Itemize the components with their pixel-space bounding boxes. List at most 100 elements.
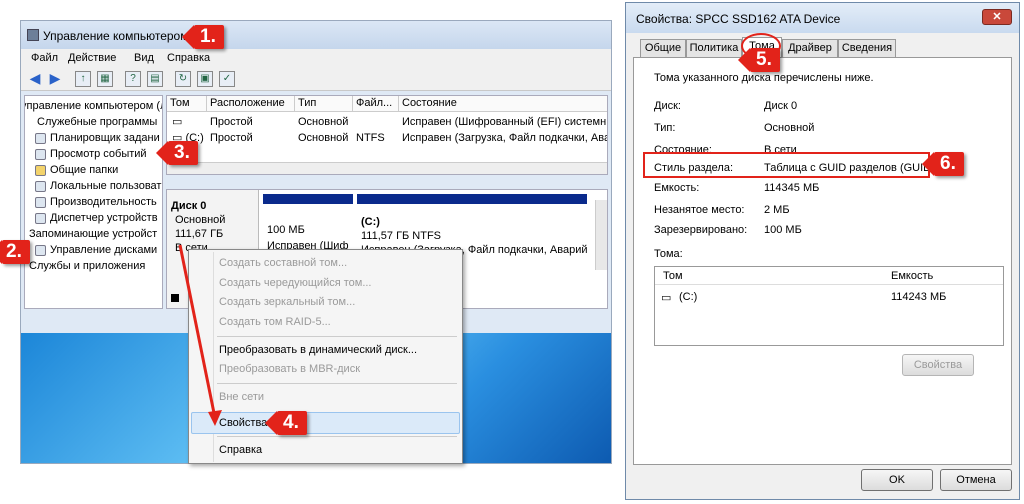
pointer-arrow bbox=[178, 244, 222, 426]
tree-event-viewer[interactable]: Просмотр событий bbox=[35, 146, 147, 162]
ok-button[interactable]: OK bbox=[861, 469, 933, 491]
col-capacity[interactable]: Емкость bbox=[891, 270, 933, 282]
step-badge-1: 1. bbox=[182, 25, 224, 49]
menu-bar: Файл Действие Вид Справка bbox=[21, 49, 611, 67]
field-label: Зарезервировано: bbox=[654, 224, 748, 236]
drive-icon: ▭ bbox=[661, 292, 672, 304]
tab-general[interactable]: Общие bbox=[640, 39, 686, 57]
volumes-tab-page: Тома указанного диска перечислены ниже. … bbox=[633, 57, 1012, 465]
menu-create-mirrored[interactable]: Создать зеркальный том... bbox=[219, 293, 355, 311]
menu-convert-mbr[interactable]: Преобразовать в MBR-диск bbox=[219, 360, 360, 378]
tree-device-manager[interactable]: Диспетчер устройств bbox=[35, 210, 158, 226]
tab-details[interactable]: Сведения bbox=[838, 39, 896, 57]
properties-dialog: Свойства: SPCC SSD162 ATA Device ✕ Общие… bbox=[625, 2, 1020, 500]
show-tree-icon[interactable]: ▦ bbox=[97, 71, 113, 87]
col-type[interactable]: Тип bbox=[295, 96, 353, 112]
performance-icon bbox=[35, 196, 46, 208]
field-value: Основной bbox=[764, 122, 815, 134]
menu-view[interactable]: Вид bbox=[134, 52, 154, 64]
col-status[interactable]: Состояние bbox=[399, 96, 607, 112]
tree-storage[interactable]: Запоминающие устройст bbox=[29, 226, 157, 242]
dialog-title: Свойства: SPCC SSD162 ATA Device bbox=[636, 12, 841, 26]
tree-label: Диспетчер устройств bbox=[50, 212, 158, 224]
panel-icon[interactable]: ▤ bbox=[147, 71, 163, 87]
app-icon bbox=[27, 29, 39, 41]
part1-size: 100 МБ bbox=[267, 224, 305, 236]
cancel-button[interactable]: Отмена bbox=[940, 469, 1012, 491]
step-badge-5: 5. bbox=[738, 48, 780, 72]
col-volume[interactable]: Том bbox=[167, 96, 207, 112]
tree-performance[interactable]: Производительность bbox=[35, 194, 157, 210]
menu-create-spanned[interactable]: Создать составной том... bbox=[219, 254, 347, 272]
table-row[interactable]: ▭ (C:) 114243 МБ bbox=[661, 291, 1001, 307]
tree-root[interactable]: управление компьютером (л bbox=[25, 98, 162, 114]
table-cell: Основной bbox=[298, 132, 349, 144]
table-cell: Исправен (Шифрованный (EFI) системн bbox=[402, 116, 607, 128]
menu-separator bbox=[217, 383, 457, 384]
table-cell: Основной bbox=[298, 116, 349, 128]
tree-label: Служебные программы bbox=[37, 116, 158, 128]
tree-system-tools[interactable]: Служебные программы bbox=[37, 114, 157, 130]
disk-icon bbox=[35, 244, 46, 256]
tree-label: Локальные пользоват bbox=[50, 180, 162, 192]
field-label: Диск: bbox=[654, 100, 681, 112]
close-icon[interactable]: ✕ bbox=[982, 9, 1012, 25]
col-fs[interactable]: Файл... bbox=[353, 96, 399, 112]
tab-driver[interactable]: Драйвер bbox=[782, 39, 838, 57]
tree-label: Производительность bbox=[50, 196, 157, 208]
help-icon[interactable]: ? bbox=[125, 71, 141, 87]
export-icon[interactable]: ✓ bbox=[219, 71, 235, 87]
drive-icon: ▭ bbox=[172, 116, 183, 128]
intro-text: Тома указанного диска перечислены ниже. bbox=[654, 72, 874, 84]
col-volume[interactable]: Том bbox=[663, 270, 683, 282]
partition-bar bbox=[357, 194, 587, 204]
tree-local-users[interactable]: Локальные пользоват bbox=[35, 178, 161, 194]
volume-capacity: 114243 МБ bbox=[891, 291, 947, 303]
menu-convert-dynamic[interactable]: Преобразовать в динамический диск... bbox=[219, 341, 417, 359]
tree-shared-folders[interactable]: Общие папки bbox=[35, 162, 118, 178]
menu-help[interactable]: Справка bbox=[167, 52, 210, 64]
table-cell: NTFS bbox=[356, 132, 385, 144]
vertical-scrollbar[interactable] bbox=[595, 200, 607, 270]
menu-create-raid5[interactable]: Создать том RAID-5... bbox=[219, 313, 331, 331]
refresh-icon[interactable]: ↻ bbox=[175, 71, 191, 87]
volume-list: Том Расположение Тип Файл... Состояние ▭… bbox=[166, 95, 608, 175]
step-badge-3: 3. bbox=[156, 141, 198, 165]
disk-size: 111,67 ГБ bbox=[175, 228, 224, 240]
title-bar: Управление компьютером bbox=[21, 21, 611, 49]
field-value: 100 МБ bbox=[764, 224, 802, 236]
up-folder-icon[interactable]: ↑ bbox=[75, 71, 91, 87]
forward-icon[interactable]: ▶ bbox=[47, 71, 63, 87]
field-value: 2 МБ bbox=[764, 204, 790, 216]
tree-services-apps[interactable]: Службы и приложения bbox=[29, 258, 145, 274]
tree-disk-management[interactable]: Управление дисками bbox=[35, 242, 157, 258]
field-value: 114345 МБ bbox=[764, 182, 820, 194]
tree-label: Общие папки bbox=[50, 164, 119, 176]
menu-help[interactable]: Справка bbox=[219, 441, 262, 459]
back-icon[interactable]: ◀ bbox=[27, 71, 43, 87]
col-layout[interactable]: Расположение bbox=[207, 96, 295, 112]
tree-label: Запоминающие устройст bbox=[29, 228, 158, 240]
volume-properties-button[interactable]: Свойства bbox=[902, 354, 974, 376]
device-manager-icon bbox=[35, 212, 46, 224]
tree-label: Управление дисками bbox=[50, 244, 158, 256]
field-value: Диск 0 bbox=[764, 100, 798, 112]
dialog-title-bar: Свойства: SPCC SSD162 ATA Device ✕ bbox=[626, 3, 1019, 33]
volume-name: (C:) bbox=[679, 291, 698, 303]
menu-file[interactable]: Файл bbox=[31, 52, 58, 64]
table-cell: Простой bbox=[210, 116, 253, 128]
table-cell: Исправен (Загрузка, Файл подкачки, Ава bbox=[402, 132, 608, 144]
partition-style-highlight bbox=[643, 152, 930, 178]
menu-create-striped[interactable]: Создать чередующийся том... bbox=[219, 274, 372, 292]
field-label: Незанятое место: bbox=[654, 204, 745, 216]
clock-icon bbox=[35, 132, 46, 144]
partition-bar bbox=[263, 194, 353, 204]
menu-action[interactable]: Действие bbox=[68, 52, 116, 64]
part2-size: 111,57 ГБ NTFS bbox=[361, 230, 442, 242]
step-badge-6: 6. bbox=[922, 152, 964, 176]
tree-task-scheduler[interactable]: Планировщик задани bbox=[35, 130, 160, 146]
horizontal-scrollbar[interactable] bbox=[167, 162, 607, 174]
properties-icon[interactable]: ▣ bbox=[197, 71, 213, 87]
part2-name: (C:) bbox=[361, 216, 380, 228]
tab-policy[interactable]: Политика bbox=[686, 39, 742, 57]
